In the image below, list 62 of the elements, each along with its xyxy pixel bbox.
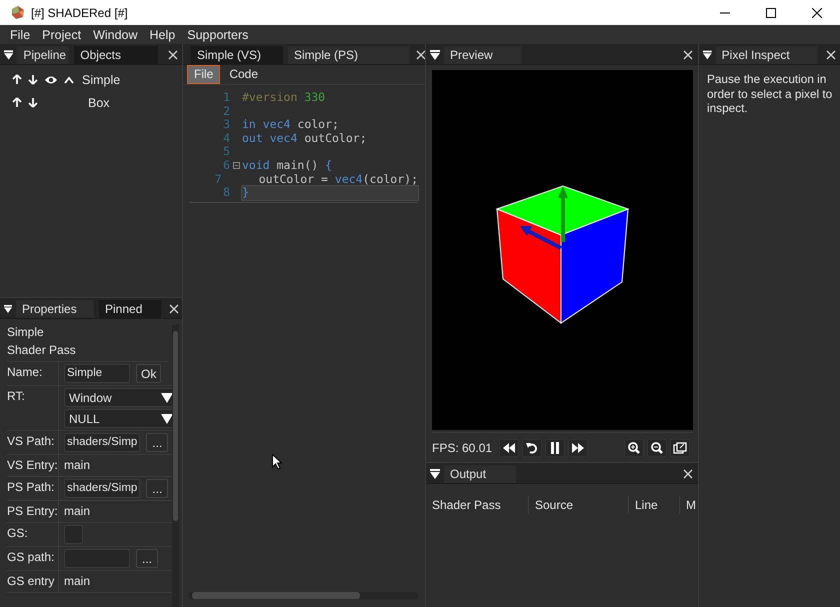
column-header: Line (635, 496, 680, 514)
code-line: void main() { (242, 158, 332, 173)
code-line: } (242, 186, 249, 200)
fps-counter: FPS: 60.01 (432, 441, 492, 455)
property-label: RT: (7, 389, 25, 403)
column-header: Source (535, 496, 629, 514)
pipeline-item[interactable]: Simple (82, 72, 120, 86)
dropdown[interactable]: NULL (64, 409, 172, 428)
line-number: 2 (222, 104, 230, 118)
editor-tab[interactable]: File (187, 65, 220, 84)
input-field[interactable]: shaders/Simp (64, 433, 140, 452)
input-field[interactable]: Simple (64, 364, 130, 383)
panel-tab[interactable]: Pipeline (17, 46, 70, 64)
line-number: 1 (222, 91, 230, 105)
dropdown[interactable]: Window (64, 388, 172, 407)
property-label: PS Entry: (7, 504, 58, 518)
code-line: outColor = vec4(color); (258, 172, 418, 186)
window-title: [#] SHADERed [#] (31, 6, 128, 20)
panel-tab[interactable]: Simple (PS) (288, 46, 410, 64)
menu-item[interactable]: File (4, 28, 36, 42)
property-button[interactable]: Ok (136, 364, 162, 383)
line-number: 6 (222, 158, 230, 173)
line-number: 7 (214, 172, 222, 186)
property-label: VS Entry: (7, 458, 58, 472)
property-label: VS Path: (7, 434, 54, 448)
line-number: 4 (222, 132, 230, 146)
property-label: Name: (7, 365, 42, 379)
property-button[interactable]: ... (146, 479, 168, 498)
line-number: 3 (222, 118, 230, 132)
panel-tab[interactable]: Pixel Inspect (716, 46, 818, 64)
property-label: PS Path: (7, 480, 54, 494)
panel-tab[interactable]: Properties (16, 300, 94, 318)
panel-tab[interactable]: Simple (VS) (191, 46, 283, 64)
menu-item[interactable]: Supporters (181, 28, 254, 42)
column-header: M (686, 497, 697, 514)
property-value: main (64, 503, 92, 520)
properties-heading: Shader Pass (7, 342, 77, 359)
panel-tab[interactable]: Objects (74, 46, 158, 64)
input-field[interactable]: shaders/Simp (64, 479, 140, 498)
menu-item[interactable]: Project (36, 28, 88, 42)
pipeline-item[interactable]: Box (88, 96, 110, 110)
code-line: out vec4 outColor; (242, 132, 367, 146)
inspect-message: Pause the execution in order to select a pixel to inspect. (707, 72, 834, 116)
property-label: GS entry (7, 574, 54, 588)
properties-heading: Simple (7, 324, 45, 341)
panel-tab[interactable]: Preview (444, 46, 522, 64)
property-label: GS path: (7, 550, 54, 564)
panel-tab[interactable]: Pinned (99, 300, 161, 318)
property-button[interactable]: ... (136, 549, 158, 568)
property-value: main (64, 457, 92, 474)
property-button[interactable]: ... (146, 433, 168, 452)
column-header: Shader Pass (432, 496, 529, 514)
property-label: GS: (7, 526, 28, 540)
code-line: in vec4 color; (242, 118, 339, 132)
menu-item[interactable]: Help (144, 28, 182, 42)
panel-tab[interactable]: Output (444, 465, 516, 483)
editor-tab[interactable]: Code (222, 65, 266, 84)
property-value: main (64, 573, 92, 590)
line-number: 5 (222, 145, 230, 159)
code-line: #version 330 (242, 91, 326, 105)
menu-item[interactable]: Window (87, 28, 144, 42)
line-number: 8 (222, 186, 230, 200)
